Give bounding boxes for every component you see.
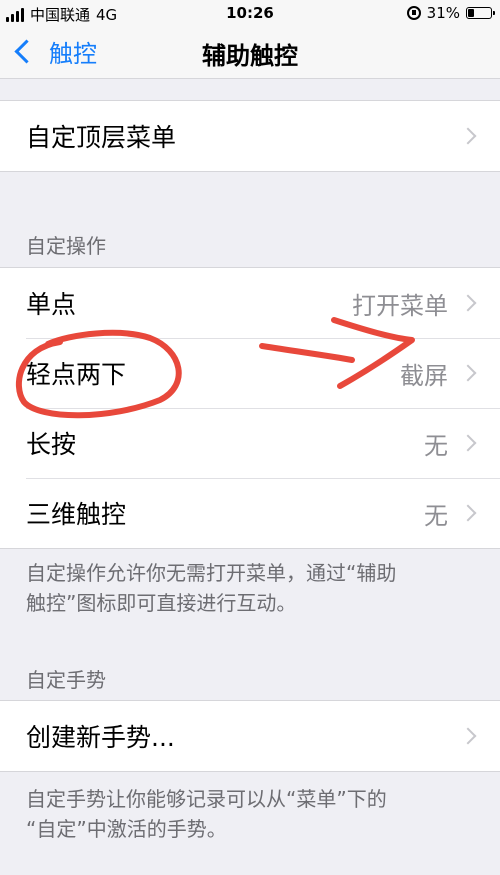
action-label: 轻点两下 bbox=[26, 360, 127, 389]
footer-line: 自定手势让你能够记录可以从“菜单”下的 bbox=[26, 787, 387, 811]
top-menu-group: 自定顶层菜单 bbox=[0, 100, 500, 172]
battery-tip bbox=[493, 11, 495, 15]
chevron-right-icon bbox=[459, 127, 477, 145]
orientation-lock-icon bbox=[406, 6, 421, 20]
page-title: 辅助触控 bbox=[202, 42, 298, 70]
action-label: 长按 bbox=[26, 430, 77, 459]
action-label: 单点 bbox=[26, 290, 77, 319]
custom-gestures-header: 自定手势 bbox=[26, 668, 106, 692]
custom-actions-footer: 自定操作允许你无需打开菜单，通过“辅助 触控”图标即可直接进行互动。 bbox=[26, 558, 476, 618]
custom-gestures-group: 创建新手势... bbox=[0, 700, 500, 772]
chevron-right-icon bbox=[459, 727, 477, 745]
action-row-long-press[interactable]: 长按 无 bbox=[0, 408, 500, 478]
action-value: 打开菜单 bbox=[352, 291, 448, 320]
top-menu-label: 自定顶层菜单 bbox=[26, 123, 177, 152]
battery-fill bbox=[468, 9, 474, 17]
action-value: 无 bbox=[424, 431, 448, 460]
action-row-double-tap[interactable]: 轻点两下 截屏 bbox=[0, 338, 500, 408]
custom-gestures-footer: 自定手势让你能够记录可以从“菜单”下的 “自定”中激活的手势。 bbox=[26, 784, 476, 844]
top-menu-row[interactable]: 自定顶层菜单 bbox=[0, 101, 500, 171]
create-gesture-row[interactable]: 创建新手势... bbox=[0, 701, 500, 771]
footer-line: 触控”图标即可直接进行互动。 bbox=[26, 591, 297, 615]
chevron-right-icon bbox=[459, 364, 477, 382]
status-right: 31% bbox=[406, 4, 495, 22]
custom-actions-header: 自定操作 bbox=[26, 234, 106, 258]
battery-percent: 31% bbox=[426, 4, 460, 22]
footer-line: 自定操作允许你无需打开菜单，通过“辅助 bbox=[26, 561, 397, 585]
chevron-right-icon bbox=[459, 434, 477, 452]
action-label: 三维触控 bbox=[26, 500, 127, 529]
chevron-right-icon bbox=[459, 294, 477, 312]
footer-line: “自定”中激活的手势。 bbox=[26, 817, 227, 841]
chevron-right-icon bbox=[459, 504, 477, 522]
action-row-3d-touch[interactable]: 三维触控 无 bbox=[0, 478, 500, 548]
action-row-single-tap[interactable]: 单点 打开菜单 bbox=[0, 268, 500, 338]
action-value: 截屏 bbox=[400, 361, 448, 390]
status-bar: 中国联通 4G 10:26 31% bbox=[0, 0, 500, 26]
custom-actions-group: 单点 打开菜单 轻点两下 截屏 长按 无 三维触控 无 bbox=[0, 267, 500, 549]
battery-icon bbox=[466, 7, 495, 19]
navigation-bar: 触控 辅助触控 bbox=[0, 26, 500, 79]
action-value: 无 bbox=[424, 501, 448, 530]
create-gesture-label: 创建新手势... bbox=[26, 723, 175, 752]
